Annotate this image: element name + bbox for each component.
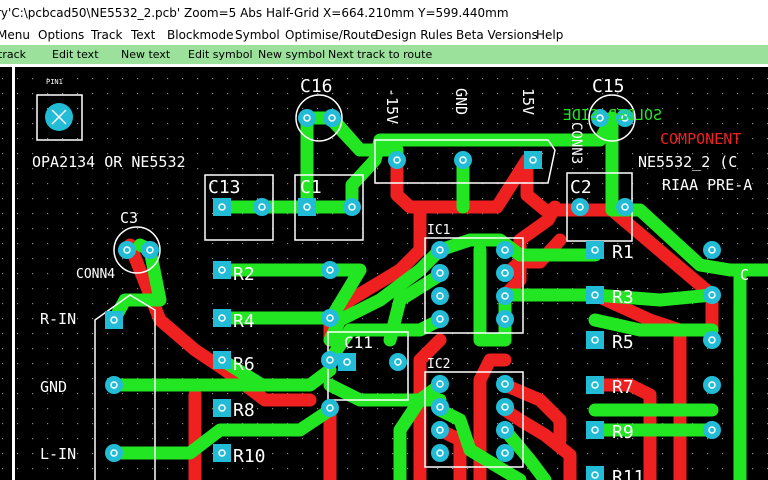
menu-item-menu[interactable]: Menu [0,26,30,45]
next-track-to-route-button[interactable]: Next track to route [328,45,432,64]
board-outline-left [12,64,15,480]
edit-text-button[interactable]: Edit text [52,45,99,64]
c16-label: C16 [300,76,333,97]
window-title: ry'C:\pcbcad50\NE5532_2.pcb' Zoom=5 Abs … [0,6,509,20]
r4-label: R4 [233,311,255,332]
menu-item-beta-versions[interactable]: Beta Versions [456,26,538,45]
r5-label: R5 [612,332,634,353]
gnd-input-label: GND [40,378,67,396]
r1-label: R1 [612,242,634,263]
board-name-label: NE5532_2 (C [638,153,737,171]
c11-label: C11 [344,333,373,352]
function-key-bar: track Edit text New text Edit symbol New… [0,45,768,64]
r6-label: R6 [233,354,255,375]
plus15v-label: 15V [519,88,537,115]
ic2-label: IC2 [427,357,450,372]
menu-item-blockmode[interactable]: Blockmode [167,26,234,45]
track-button[interactable]: track [0,45,26,64]
r-in-label: R-IN [40,310,76,328]
menu-item-help[interactable]: Help [536,26,563,45]
menu-bar: Menu Options Track Text Blockmode Symbol… [0,26,768,46]
ic1-label: IC1 [427,223,450,238]
r7-label: R7 [612,377,634,398]
c13-label: C13 [208,177,241,198]
gnd-power-label: GND [452,88,470,115]
new-symbol-button[interactable]: New symbol [258,45,325,64]
title-bar: ry'C:\pcbcad50\NE5532_2.pcb' Zoom=5 Abs … [0,0,768,26]
pcb-drawing[interactable]: PIN1 OPA2134 OR NE5532 C16 C15 -15V GND … [0,64,768,480]
r9-label: R9 [612,422,634,443]
r3-label: R3 [612,287,634,308]
pin1-label: PIN1 [46,78,63,86]
board-note-label: OPA2134 OR NE5532 [32,153,186,171]
c15-label: C15 [592,76,625,97]
c2-label: C2 [570,177,592,198]
c1-label: C1 [300,177,322,198]
edit-symbol-button[interactable]: Edit symbol [188,45,253,64]
component-side-label: COMPONENT [660,130,741,148]
menu-item-design-rules[interactable]: Design Rules [375,26,453,45]
menu-item-track[interactable]: Track [91,26,122,45]
l-in-label: L-IN [40,445,76,463]
pcb-canvas[interactable]: PIN1 OPA2134 OR NE5532 C16 C15 -15V GND … [0,64,768,480]
r11-label: R11 [612,467,645,480]
new-text-button[interactable]: New text [121,45,170,64]
c3-label: C3 [120,209,138,227]
r2-label: R2 [233,264,255,285]
minus15v-label: -15V [383,88,401,124]
pads [45,103,73,131]
conn4-label: CONN4 [76,267,115,282]
menu-item-optimise-route[interactable]: Optimise/Route [285,26,378,45]
menu-item-options[interactable]: Options [38,26,84,45]
riaa-label: RIAA PRE-A [662,176,752,194]
r10-label: R10 [233,446,266,467]
menu-item-text[interactable]: Text [131,26,155,45]
board-outline-top [0,64,768,67]
menu-item-symbol[interactable]: Symbol [235,26,280,45]
conn3-label: CONN3 [568,122,584,164]
r8-label: R8 [233,400,255,421]
far-right-connector-label: C [740,266,749,284]
solder-side-label: SOLDER SIDE [563,106,662,124]
